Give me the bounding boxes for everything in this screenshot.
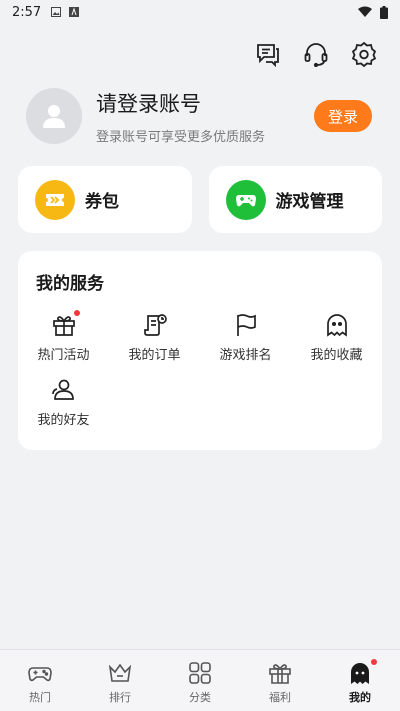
- game-manage-label: 游戏管理: [275, 192, 344, 212]
- crown-icon: [107, 660, 133, 686]
- service-label: 我的收藏: [310, 348, 363, 363]
- user-icon: [43, 105, 65, 128]
- ghost-icon: [324, 312, 350, 338]
- status-time: 2:57: [12, 4, 42, 20]
- nav-item-category[interactable]: 分类: [160, 650, 240, 711]
- nav-label: 福利: [269, 691, 291, 704]
- message-icon[interactable]: [254, 40, 282, 68]
- app-notification-icon: [69, 7, 80, 17]
- status-bar: 2:57: [0, 0, 400, 24]
- nav-item-welfare[interactable]: 福利: [240, 650, 320, 711]
- login-button[interactable]: 登录: [314, 100, 372, 132]
- battery-icon: [380, 5, 388, 19]
- bottom-nav: 热门 排行 分类 福利 我的: [0, 649, 400, 711]
- notification-badge: [371, 659, 377, 665]
- game-manage-card[interactable]: 游戏管理: [208, 166, 382, 233]
- wifi-icon: [358, 6, 372, 17]
- services-title: 我的服务: [36, 274, 104, 294]
- service-item-my-orders[interactable]: 我的订单: [109, 312, 200, 363]
- profile-title[interactable]: 请登录账号: [96, 88, 314, 118]
- service-grid: 热门活动 我的订单 游戏排名 我的收藏 我的好友: [18, 310, 382, 428]
- headset-icon[interactable]: [302, 40, 330, 68]
- gamepad-icon: [27, 660, 53, 686]
- avatar[interactable]: [26, 88, 82, 144]
- nav-label: 排行: [109, 691, 131, 704]
- gift-icon: [267, 660, 293, 686]
- ticket-icon: [35, 179, 75, 220]
- service-item-favorites[interactable]: 我的收藏: [291, 312, 382, 363]
- nav-item-ranking[interactable]: 排行: [80, 650, 160, 711]
- coupon-label: 券包: [85, 192, 119, 212]
- nav-label: 热门: [29, 691, 51, 704]
- profile-subtitle: 登录账号可享受更多优质服务: [96, 129, 266, 145]
- notification-badge: [73, 310, 80, 316]
- order-icon: [142, 312, 168, 338]
- service-label: 游戏排名: [219, 348, 272, 363]
- service-label: 热门活动: [37, 348, 90, 363]
- friends-icon: [51, 377, 77, 403]
- flag-icon: [233, 312, 259, 338]
- nav-label: 我的: [349, 691, 371, 704]
- ghost-icon: [347, 659, 377, 686]
- header-actions: [254, 40, 378, 68]
- service-label: 我的好友: [37, 413, 90, 428]
- profile-text: 请登录账号 登录账号可享受更多优质服务: [96, 88, 314, 145]
- nav-item-mine[interactable]: 我的: [320, 650, 400, 711]
- service-item-friends[interactable]: 我的好友: [18, 377, 109, 428]
- profile-section: 请登录账号 登录账号可享受更多优质服务 登录: [26, 86, 372, 146]
- services-panel: 我的服务 热门活动 我的订单 游戏排名 我的收藏 我的好友: [18, 251, 382, 450]
- grid-icon: [187, 660, 213, 686]
- gamepad-icon: [225, 179, 266, 220]
- gift-icon: [51, 310, 80, 338]
- coupon-card[interactable]: 券包: [18, 166, 192, 233]
- quick-cards: 券包 游戏管理: [18, 166, 382, 233]
- image-notification-icon: [51, 7, 62, 17]
- nav-item-hot[interactable]: 热门: [0, 650, 80, 711]
- service-item-hot-events[interactable]: 热门活动: [18, 310, 109, 363]
- service-label: 我的订单: [128, 348, 181, 363]
- nav-label: 分类: [189, 691, 211, 704]
- settings-icon[interactable]: [350, 40, 378, 68]
- service-item-game-ranking[interactable]: 游戏排名: [200, 312, 291, 363]
